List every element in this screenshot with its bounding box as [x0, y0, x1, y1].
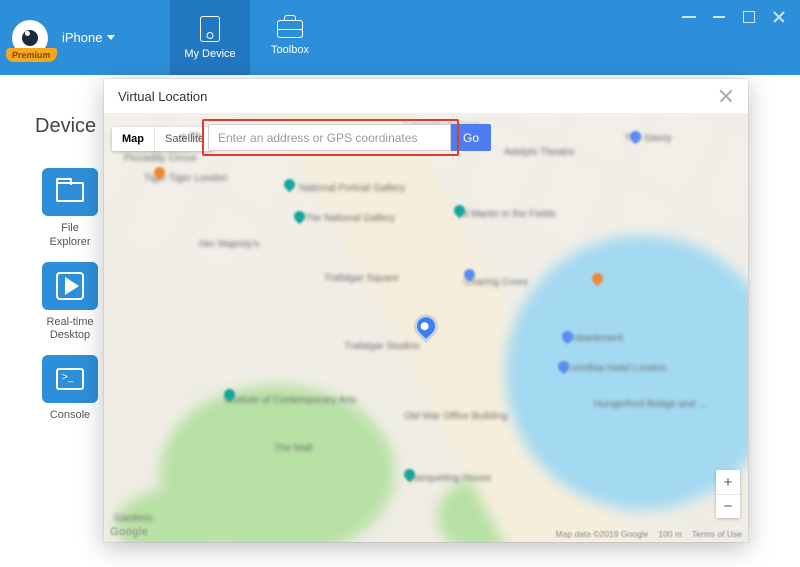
- app-logo: Premium: [12, 20, 48, 56]
- virtual-location-modal: Virtual Location Leicester SquareThe Sav…: [104, 79, 748, 542]
- map-canvas[interactable]: Leicester SquareThe SavoyAdelphi Theatre…: [104, 113, 748, 542]
- map-provider-logo: Google: [110, 526, 148, 538]
- location-search: Go: [208, 124, 491, 151]
- terminal-icon: [42, 355, 98, 403]
- shortcut-file-explorer[interactable]: FileExplorer: [35, 168, 105, 250]
- map-place-label: The Mall: [274, 443, 312, 454]
- modal-title: Virtual Location: [118, 89, 207, 104]
- map-place-label: Old War Office Building: [404, 411, 507, 422]
- map-place-label: Her Majesty's: [199, 239, 259, 250]
- menu-button[interactable]: [682, 10, 696, 24]
- map-place-label: Charing Cross: [464, 277, 528, 288]
- map-place-label: Hungerford Bridge and ...: [594, 399, 706, 410]
- modal-header: Virtual Location: [104, 79, 748, 113]
- go-button[interactable]: Go: [451, 124, 491, 151]
- map-type-map[interactable]: Map: [112, 127, 154, 151]
- shortcut-label: Real-timeDesktop: [46, 316, 93, 344]
- map-place-label: Adelphi Theatre: [504, 147, 574, 158]
- logo-area: Premium iPhone: [0, 0, 170, 75]
- app-header: Premium iPhone My Device Toolbox: [0, 0, 800, 75]
- tab-label: My Device: [184, 48, 235, 60]
- map-zoom-control: + −: [716, 470, 740, 518]
- close-icon[interactable]: [718, 88, 734, 104]
- folder-icon: [42, 168, 98, 216]
- map-attribution: Map data ©2019 Google 100 m Terms of Use: [556, 529, 742, 539]
- tab-label: Toolbox: [271, 44, 309, 56]
- shortcut-console[interactable]: Console: [35, 355, 105, 423]
- zoom-out-button[interactable]: −: [716, 494, 740, 518]
- map-place-label: Corinthia Hotel London: [564, 363, 666, 374]
- shortcut-realtime-desktop[interactable]: Real-timeDesktop: [35, 262, 105, 344]
- map-credit-item[interactable]: Terms of Use: [692, 529, 742, 539]
- location-search-input[interactable]: [208, 124, 451, 151]
- window-controls: [682, 0, 800, 75]
- map-credit-item: 100 m: [658, 529, 682, 539]
- map-place-label: Gardens: [114, 513, 152, 524]
- main-nav-tabs: My Device Toolbox: [170, 0, 330, 75]
- briefcase-icon: [277, 20, 303, 38]
- map-place-label: Piccadilly Circus: [124, 153, 197, 164]
- maximize-button[interactable]: [742, 10, 756, 24]
- close-window-button[interactable]: [772, 10, 786, 24]
- minimize-button[interactable]: [712, 10, 726, 24]
- premium-badge: Premium: [6, 48, 57, 62]
- device-selector-dropdown[interactable]: iPhone: [62, 30, 115, 45]
- map-place-label: Trafalgar Square: [324, 273, 399, 284]
- map-place-label: Institute of Contemporary Arts: [224, 395, 356, 406]
- map-place-label: The National Gallery: [304, 213, 395, 224]
- map-credit-item: Map data ©2019 Google: [556, 529, 649, 539]
- tab-my-device[interactable]: My Device: [170, 0, 250, 75]
- map-place-label: St Martin in the Fields: [459, 209, 556, 220]
- device-selector-label: iPhone: [62, 30, 102, 45]
- map-place-label: National Portrait Gallery: [299, 183, 405, 194]
- shortcut-label: Console: [50, 409, 90, 423]
- play-icon: [42, 262, 98, 310]
- map-place-label: Trafalgar Studios: [344, 341, 420, 352]
- map-decor-text: s Th: [181, 131, 202, 143]
- zoom-in-button[interactable]: +: [716, 470, 740, 494]
- tablet-icon: [200, 16, 220, 42]
- tab-toolbox[interactable]: Toolbox: [250, 0, 330, 75]
- chevron-down-icon: [107, 35, 115, 40]
- map-place-label: Banqueting House: [409, 473, 491, 484]
- shortcut-label: FileExplorer: [50, 222, 91, 250]
